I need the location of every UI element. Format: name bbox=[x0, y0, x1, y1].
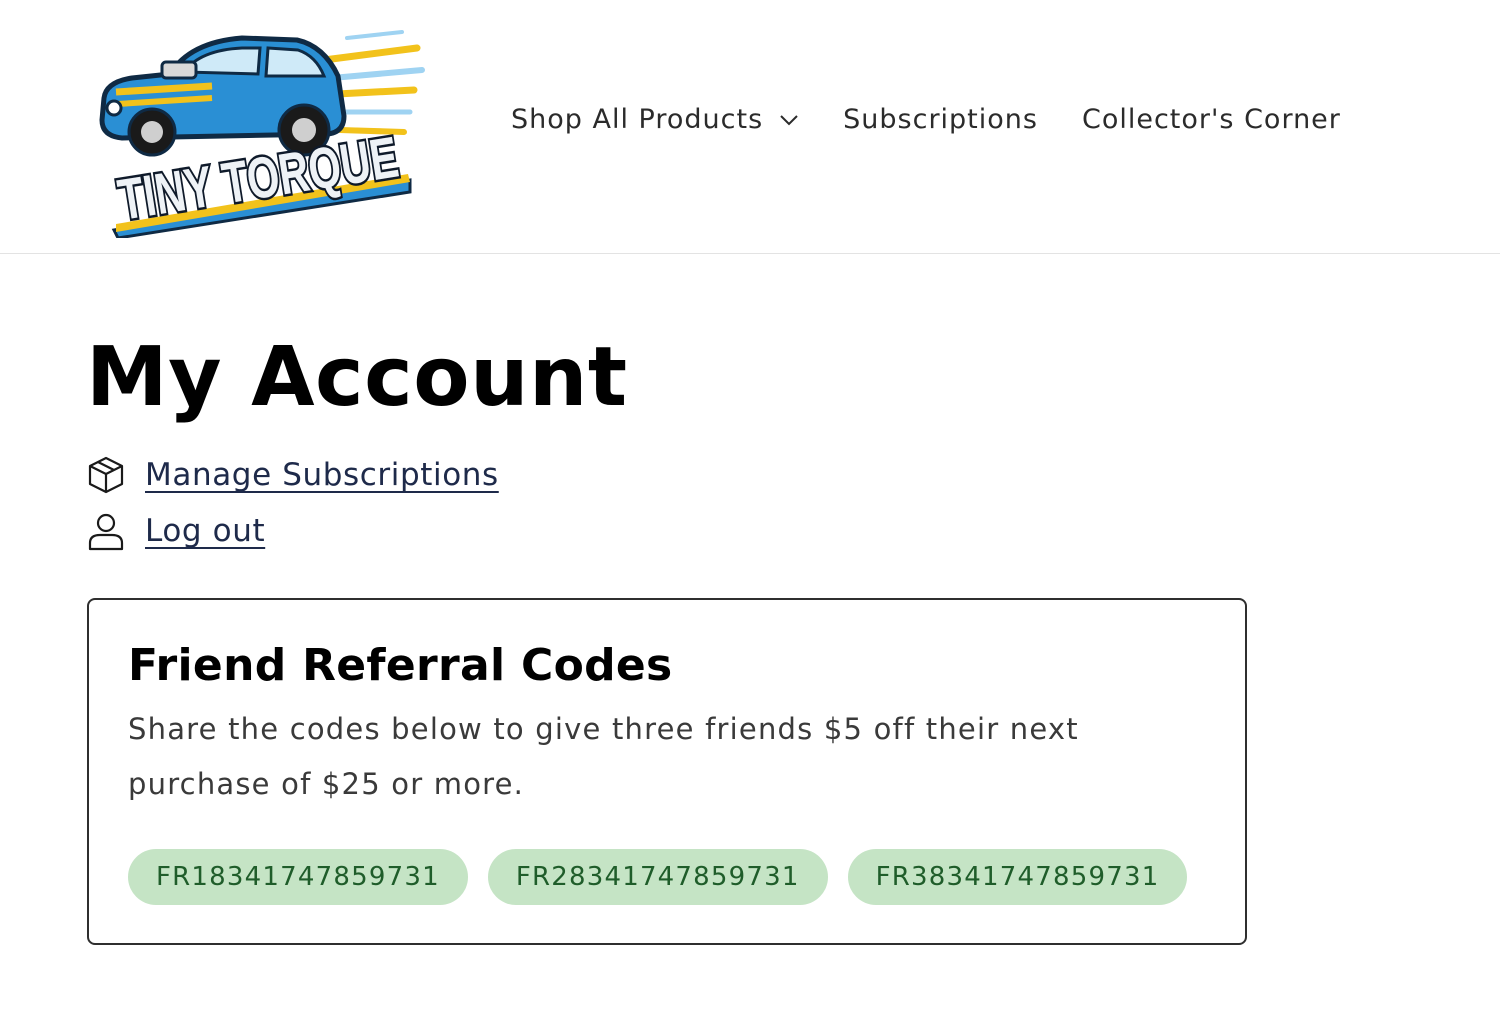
logout-link-row: Log out bbox=[86, 511, 265, 551]
user-icon bbox=[88, 513, 124, 551]
chevron-down-icon bbox=[780, 114, 798, 125]
main-nav: Shop All Products Subscriptions Collecto… bbox=[511, 104, 1341, 135]
referral-code-badge[interactable]: FR38341747859731 bbox=[847, 849, 1188, 905]
nav-collectors-corner[interactable]: Collector's Corner bbox=[1082, 104, 1341, 135]
nav-subscriptions[interactable]: Subscriptions bbox=[843, 104, 1038, 135]
logo-graphic: TINY TORQUE bbox=[99, 30, 425, 240]
manage-subscriptions-link[interactable]: Manage Subscriptions bbox=[145, 457, 499, 493]
logout-link[interactable]: Log out bbox=[145, 513, 265, 549]
referral-description: Share the codes below to give three frie… bbox=[128, 712, 1079, 801]
site-header: TINY TORQUE Shop All Products Subscripti… bbox=[0, 0, 1500, 254]
page-title: My Account bbox=[86, 330, 628, 425]
tiny-torque-logo[interactable]: TINY TORQUE bbox=[92, 20, 427, 240]
nav-collectors-label: Collector's Corner bbox=[1081, 104, 1341, 135]
referral-code-list: FR18341747859731 FR28341747859731 FR3834… bbox=[128, 849, 1188, 905]
referral-code-badge[interactable]: FR28341747859731 bbox=[487, 849, 828, 905]
referral-code-badge[interactable]: FR18341747859731 bbox=[128, 849, 468, 905]
referral-codes-card: Friend Referral Codes Share the codes be… bbox=[87, 598, 1247, 945]
manage-subscriptions-link-row: Manage Subscriptions bbox=[86, 455, 499, 495]
nav-subscriptions-label: Subscriptions bbox=[843, 104, 1038, 135]
nav-shop-all-products[interactable]: Shop All Products bbox=[511, 104, 799, 135]
nav-shop-label: Shop All Products bbox=[511, 104, 764, 135]
package-icon bbox=[88, 456, 124, 494]
referral-title: Friend Referral Codes bbox=[128, 640, 673, 691]
